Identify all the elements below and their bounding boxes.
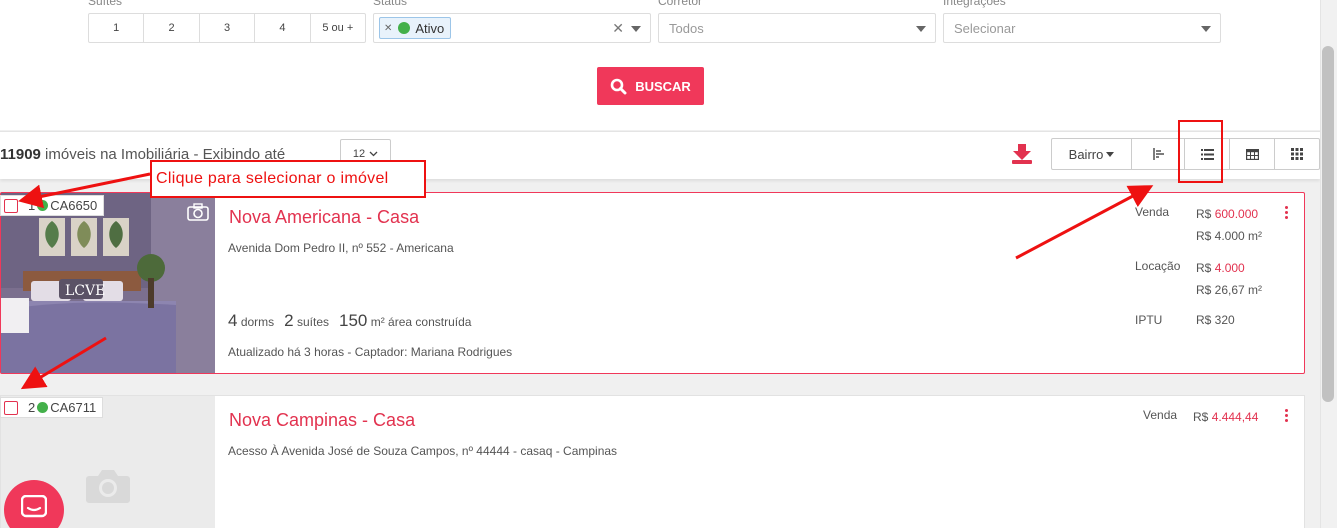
search-icon bbox=[610, 78, 627, 94]
chevron-down-icon bbox=[916, 26, 926, 32]
property-features: 4 dorms 2 suítes 150 m² área construída bbox=[228, 311, 471, 331]
grid-icon bbox=[1291, 148, 1303, 160]
iptu-value: R$ 320 bbox=[1196, 313, 1235, 327]
listing-code: CA6711 bbox=[50, 400, 97, 415]
search-button[interactable]: BUSCAR bbox=[597, 67, 704, 105]
corretor-select[interactable]: Todos bbox=[658, 13, 936, 43]
venda-label: Venda bbox=[1143, 408, 1178, 422]
venda-value: 600.000 bbox=[1214, 207, 1259, 221]
property-title[interactable]: Nova Campinas - Casa bbox=[229, 410, 415, 431]
sort-label: Bairro bbox=[1068, 146, 1104, 162]
suites-option-2[interactable]: 2 bbox=[144, 14, 200, 42]
listing-card[interactable]: LCVE 1 CA6650 Nova Americana - Casa Aven… bbox=[0, 192, 1305, 374]
suites-label: Suítes bbox=[88, 0, 123, 8]
venda-currency: R$ bbox=[1193, 410, 1212, 424]
status-dot-icon bbox=[37, 200, 49, 211]
status-label: Status bbox=[373, 0, 408, 8]
area-label: m² área construída bbox=[370, 315, 472, 329]
listing-index: 1 bbox=[28, 198, 36, 213]
status-tag: ✕ Ativo bbox=[379, 17, 452, 39]
integracoes-label: Integrações bbox=[943, 0, 1006, 8]
suites-option-3[interactable]: 3 bbox=[200, 14, 256, 42]
suites-selector: 1 2 3 4 5 ou + bbox=[88, 13, 366, 43]
filter-panel: Suítes 1 2 3 4 5 ou + Status ✕ Ativo ✕ C… bbox=[0, 0, 1320, 130]
venda-price: R$ 600.000 bbox=[1196, 207, 1258, 221]
venda-price-m2: R$ 4.000 m² bbox=[1196, 229, 1263, 243]
sort-dropdown[interactable]: Bairro bbox=[1052, 139, 1132, 169]
table-icon bbox=[1245, 148, 1259, 160]
listing-code: CA6650 bbox=[50, 198, 98, 213]
camera-icon[interactable] bbox=[187, 203, 209, 221]
venda-currency: R$ bbox=[1196, 207, 1215, 221]
remove-tag-icon[interactable]: ✕ bbox=[384, 23, 392, 34]
locacao-price-m2: R$ 26,67 m² bbox=[1196, 283, 1263, 297]
venda-price: R$ 4.444,44 bbox=[1193, 410, 1258, 424]
suites-option-1[interactable]: 1 bbox=[89, 14, 145, 42]
locacao-label: Locação bbox=[1135, 259, 1181, 273]
listing-card[interactable]: 2 CA6711 Nova Campinas - Casa Acesso À A… bbox=[0, 395, 1305, 528]
chat-icon bbox=[21, 495, 47, 518]
locacao-price: R$ 4.000 bbox=[1196, 261, 1245, 275]
download-icon[interactable] bbox=[1011, 143, 1033, 168]
svg-text:LCVE: LCVE bbox=[65, 283, 105, 299]
select-checkbox[interactable] bbox=[4, 400, 18, 415]
per-page-value: 12 bbox=[352, 148, 366, 160]
dorms-count: 4 bbox=[228, 311, 238, 330]
clear-icon[interactable]: ✕ bbox=[612, 20, 624, 37]
locacao-currency: R$ bbox=[1196, 261, 1215, 275]
suites-option-4[interactable]: 4 bbox=[255, 14, 311, 42]
locacao-value: 4.000 bbox=[1214, 261, 1245, 275]
chevron-down-icon bbox=[1201, 26, 1211, 32]
property-address: Acesso À Avenida José de Souza Campos, n… bbox=[228, 444, 618, 458]
status-select[interactable]: ✕ Ativo ✕ bbox=[373, 13, 651, 43]
sort-order-icon bbox=[1153, 148, 1164, 160]
property-address: Avenida Dom Pedro II, nº 552 - Americana bbox=[228, 241, 454, 255]
listing-code-badge: 2 CA6711 bbox=[0, 397, 104, 418]
select-checkbox[interactable] bbox=[4, 198, 18, 213]
search-button-label: BUSCAR bbox=[635, 78, 691, 94]
scrollbar-thumb[interactable] bbox=[1322, 46, 1334, 402]
updated-info: Atualizado há 3 horas - Captador: Marian… bbox=[228, 345, 513, 359]
dorms-label: dorms bbox=[240, 315, 275, 329]
status-tag-label: Ativo bbox=[415, 20, 445, 36]
listing-index: 2 bbox=[28, 400, 36, 415]
status-dot-icon bbox=[398, 22, 411, 34]
grid-view-button[interactable] bbox=[1275, 139, 1319, 169]
annotation-note: Clique para selecionar o imóvel bbox=[150, 160, 426, 198]
suites-label: suítes bbox=[296, 315, 329, 329]
corretor-label: Corretor bbox=[658, 0, 703, 8]
suites-count: 2 bbox=[284, 311, 294, 330]
suites-option-5-plus[interactable]: 5 ou + bbox=[311, 14, 365, 42]
integracoes-select[interactable]: Selecionar bbox=[943, 13, 1221, 43]
results-count-number: 11909 bbox=[0, 146, 41, 163]
venda-value: 4.444,44 bbox=[1211, 410, 1259, 424]
property-photo[interactable]: LCVE bbox=[1, 193, 215, 373]
more-options-icon[interactable] bbox=[1285, 409, 1289, 422]
camera-placeholder-icon bbox=[86, 470, 130, 503]
status-dot-icon bbox=[37, 402, 49, 413]
iptu-label: IPTU bbox=[1135, 313, 1163, 327]
integracoes-placeholder: Selecionar bbox=[954, 20, 1016, 36]
annotation-highlight-box bbox=[1178, 120, 1223, 183]
caret-down-icon bbox=[1106, 151, 1115, 157]
chevron-down-icon bbox=[369, 151, 378, 157]
listing-code-badge: 1 CA6650 bbox=[0, 195, 105, 216]
property-title[interactable]: Nova Americana - Casa bbox=[229, 207, 419, 228]
corretor-value: Todos bbox=[669, 20, 704, 36]
more-options-icon[interactable] bbox=[1285, 206, 1289, 219]
table-view-button[interactable] bbox=[1230, 139, 1275, 169]
chevron-down-icon[interactable] bbox=[631, 26, 641, 32]
area-value: 150 bbox=[339, 311, 368, 330]
venda-label: Venda bbox=[1135, 205, 1170, 219]
bedroom-photo-image: LCVE bbox=[1, 193, 215, 373]
